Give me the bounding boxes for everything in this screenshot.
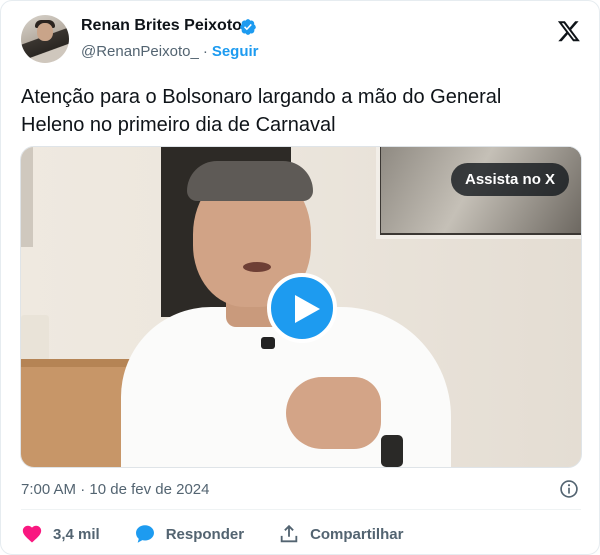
- heart-icon: [22, 525, 42, 543]
- tweet-timestamp[interactable]: 7:00 AM · 10 de fev de 2024: [21, 481, 210, 498]
- author-avatar[interactable]: [21, 15, 69, 63]
- like-button[interactable]: 3,4 mil: [21, 523, 100, 545]
- like-count: 3,4 mil: [53, 525, 100, 543]
- actions-divider: [21, 509, 581, 510]
- author-handle-row: @RenanPeixoto_ · Seguir: [81, 43, 259, 60]
- share-button[interactable]: Compartilhar: [278, 523, 403, 545]
- play-icon: [295, 295, 320, 323]
- tweet-text: Atenção para o Bolsonaro largando a mão …: [21, 86, 502, 136]
- author-name[interactable]: Renan Brites Peixoto: [81, 17, 242, 35]
- video-person-hair: [187, 161, 313, 201]
- info-icon[interactable]: [559, 479, 579, 499]
- video-frame-edge: [21, 147, 33, 247]
- video-person-watch: [381, 435, 403, 467]
- video-person-hand: [286, 377, 381, 449]
- avatar-face: [37, 23, 53, 41]
- reply-label: Responder: [165, 525, 245, 543]
- video-media[interactable]: Assista no X: [20, 146, 582, 468]
- watch-on-x-button[interactable]: Assista no X: [451, 163, 570, 196]
- reply-button[interactable]: Responder: [134, 523, 244, 545]
- tweet-actions: 3,4 mil Responder Compartilhar: [21, 522, 437, 546]
- video-lamp: [21, 315, 49, 361]
- tweet-time: 7:00 AM: [21, 481, 77, 498]
- share-upload-icon: [280, 524, 298, 543]
- video-person-mouth: [243, 262, 271, 272]
- video-lapel-mic: [261, 337, 275, 349]
- author-handle[interactable]: @RenanPeixoto_: [81, 43, 199, 60]
- verified-badge-icon: [240, 19, 256, 35]
- x-logo-icon[interactable]: [557, 19, 581, 43]
- embedded-tweet-card: Renan Brites Peixoto @RenanPeixoto_ · Segu…: [0, 0, 600, 555]
- play-button[interactable]: [267, 273, 337, 343]
- follow-button[interactable]: Seguir: [212, 43, 259, 60]
- timestamp-separator: ·: [80, 481, 86, 498]
- tweet-date: 10 de fev de 2024: [89, 481, 210, 498]
- handle-separator: ·: [202, 43, 208, 60]
- speech-bubble-icon: [135, 525, 154, 543]
- share-label: Compartilhar: [310, 525, 404, 543]
